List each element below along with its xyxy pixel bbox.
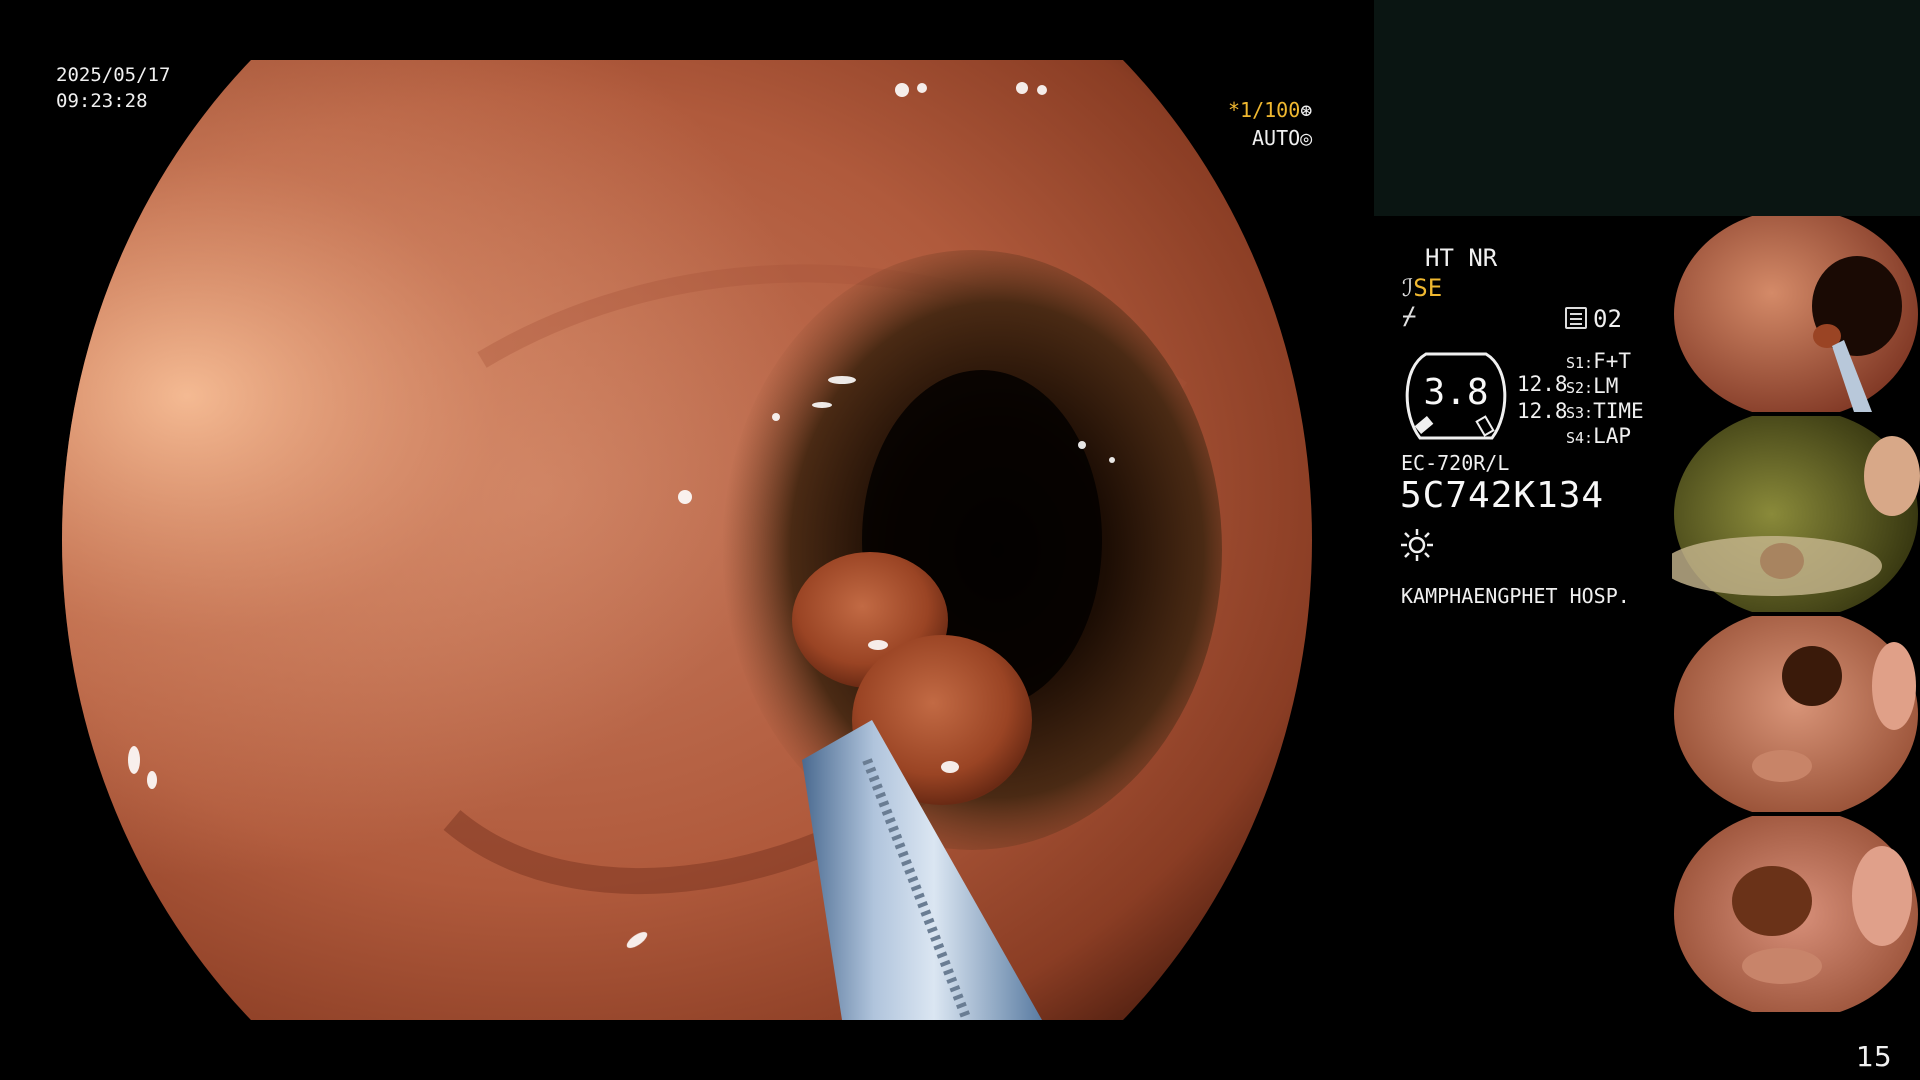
switch-value: LM — [1593, 374, 1619, 398]
shutter-icon: ⊛ — [1300, 98, 1313, 122]
enhance-icon: ℐ — [1402, 274, 1414, 302]
memory-value: 02 — [1593, 305, 1622, 333]
filter-icon: ⌿ — [1402, 302, 1417, 330]
memory-icon — [1565, 307, 1587, 329]
thumbnail-3[interactable] — [1672, 616, 1920, 812]
endoscopic-view — [62, 60, 1312, 1020]
gauge-value: 3.8 — [1423, 372, 1489, 413]
switch-key: S1: — [1566, 354, 1594, 372]
iris-icon: ◎ — [1300, 126, 1313, 150]
memory-row: 02 — [1565, 305, 1622, 333]
scope-model: EC-720R/L — [1401, 451, 1510, 475]
ht-nr-label: HT NR — [1425, 244, 1498, 272]
shutter-value: *1/100 — [1228, 98, 1301, 122]
time-text: 09:23:28 — [56, 90, 148, 112]
page-number: 15 — [1856, 1040, 1892, 1073]
date-text: 2025/05/17 — [56, 64, 171, 86]
hospital-name: KAMPHAENGPHET HOSP. — [1401, 584, 1630, 608]
se-value: SE — [1413, 274, 1443, 302]
auto-value: AUTO — [1252, 126, 1301, 150]
timestamp: 2025/05/17 09:23:28 — [56, 62, 170, 114]
switch-s4: S4:LAP — [1566, 424, 1631, 448]
switch-s1: S1:F+T — [1566, 349, 1631, 373]
switch-key: S4: — [1566, 429, 1594, 447]
switch-key: S2: — [1566, 379, 1594, 397]
switch-value: F+T — [1593, 349, 1632, 373]
switch-s3: S3:TIME — [1566, 399, 1644, 423]
switch-value: TIME — [1593, 399, 1644, 423]
scope-serial: 5C742K134 — [1400, 475, 1605, 516]
gauge-top-value: 12.8 — [1517, 372, 1568, 396]
shutter-readout: *1/100⊛ — [1228, 98, 1312, 122]
thumbnail-2[interactable] — [1672, 416, 1920, 612]
gauge-bottom-value: 12.8 — [1517, 399, 1568, 423]
switch-key: S3: — [1566, 404, 1594, 422]
light-source-icon — [1401, 529, 1433, 561]
switch-value: LAP — [1593, 424, 1632, 448]
auto-iris-readout: AUTO◎ — [1252, 126, 1312, 150]
structure-enhance-row: ℐSE — [1402, 274, 1442, 302]
thumbnail-4[interactable] — [1672, 816, 1920, 1012]
info-panel — [1374, 0, 1920, 216]
thumbnail-1[interactable] — [1672, 216, 1920, 412]
switch-s2: S2:LM — [1566, 374, 1618, 398]
